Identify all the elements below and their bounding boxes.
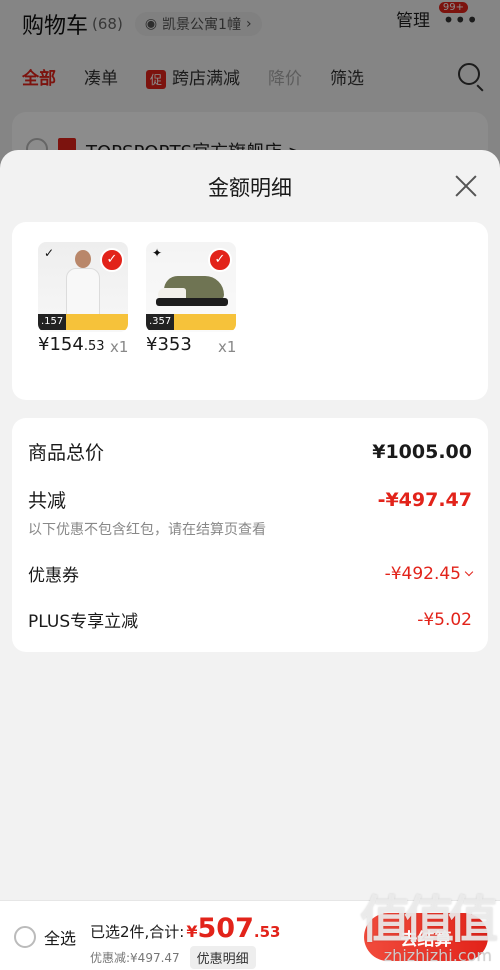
item-1[interactable]: ✓ ✓ .157	[38, 242, 128, 332]
total-price-value: ¥1005.00	[372, 440, 472, 463]
total-price-row: 商品总价 ¥1005.00	[28, 438, 472, 465]
plus-discount-label: PLUS专享立减	[28, 612, 139, 632]
discount-amount: 优惠减:¥497.47	[90, 951, 180, 965]
select-all[interactable]: 全选	[14, 925, 76, 949]
total-reduce-value: -¥497.47	[377, 488, 472, 511]
total-amount-int: 507	[197, 913, 254, 944]
plus-discount-row: PLUS专享立减 -¥5.02	[28, 607, 472, 633]
item-2-qty: x1	[218, 338, 237, 356]
total-line: 已选2件,合计: ¥ 507 .53	[90, 913, 280, 944]
discount-line: 优惠减:¥497.47 优惠明细	[90, 946, 256, 969]
total-reduce-label: 共减	[28, 490, 67, 512]
item-2[interactable]: ✦ ✓ .357	[146, 242, 236, 332]
sheet-title: 金额明细	[208, 176, 292, 200]
currency-symbol: ¥	[186, 922, 198, 941]
item-1-price: ¥154.53	[38, 334, 105, 355]
model-figure	[64, 250, 102, 324]
selected-total-label: 已选2件,合计:	[90, 923, 185, 941]
total-amount-dec: .53	[253, 923, 281, 941]
nike-swoosh-icon: ✓	[44, 246, 55, 260]
price-tag-strip: .157	[38, 314, 128, 330]
selected-check-icon[interactable]: ✓	[100, 248, 124, 272]
summary-card: 商品总价 ¥1005.00 共减 -¥497.47 以下优惠不包含红包，请在结算…	[12, 418, 488, 652]
chevron-down-icon	[464, 567, 474, 576]
items-card: ✓ ✓ .157 ¥154.53 x1 ✦ ✓ .357 ¥353 x1	[12, 222, 488, 400]
amount-detail-sheet: 金额明细 ✓ ✓ .157 ¥154.53 x1 ✦ ✓ .357 ¥353 x…	[0, 150, 500, 970]
product-thumbnail[interactable]: ✓ ✓ .157	[38, 242, 128, 332]
select-all-label: 全选	[44, 929, 77, 948]
tag-price: .157	[38, 314, 67, 330]
close-icon[interactable]	[452, 172, 480, 200]
discount-detail-button[interactable]: 优惠明细	[189, 946, 256, 969]
shoe-figure	[156, 276, 228, 308]
total-reduce-row: 共减 -¥497.47	[28, 486, 472, 513]
product-thumbnail[interactable]: ✦ ✓ .357	[146, 242, 236, 332]
coupon-label: 优惠券	[28, 566, 79, 586]
coupon-row[interactable]: 优惠券 -¥492.45	[28, 561, 474, 586]
checkout-bar: 全选 已选2件,合计: ¥ 507 .53 优惠减:¥497.47 优惠明细 去…	[0, 900, 500, 970]
item-1-qty: x1	[110, 338, 129, 356]
price-tag-strip: .357	[146, 314, 236, 330]
select-all-checkbox[interactable]	[14, 926, 36, 948]
jordan-jumpman-icon: ✦	[152, 246, 163, 260]
selected-check-icon[interactable]: ✓	[208, 248, 232, 272]
coupon-value[interactable]: -¥492.45	[385, 564, 474, 584]
tag-price: .357	[146, 314, 175, 330]
total-price-label: 商品总价	[28, 442, 105, 464]
item-2-price: ¥353	[146, 334, 192, 355]
discount-note: 以下优惠不包含红包，请在结算页查看	[28, 522, 266, 538]
plus-discount-value: -¥5.02	[417, 609, 472, 630]
checkout-button[interactable]: 去结算	[364, 913, 488, 961]
